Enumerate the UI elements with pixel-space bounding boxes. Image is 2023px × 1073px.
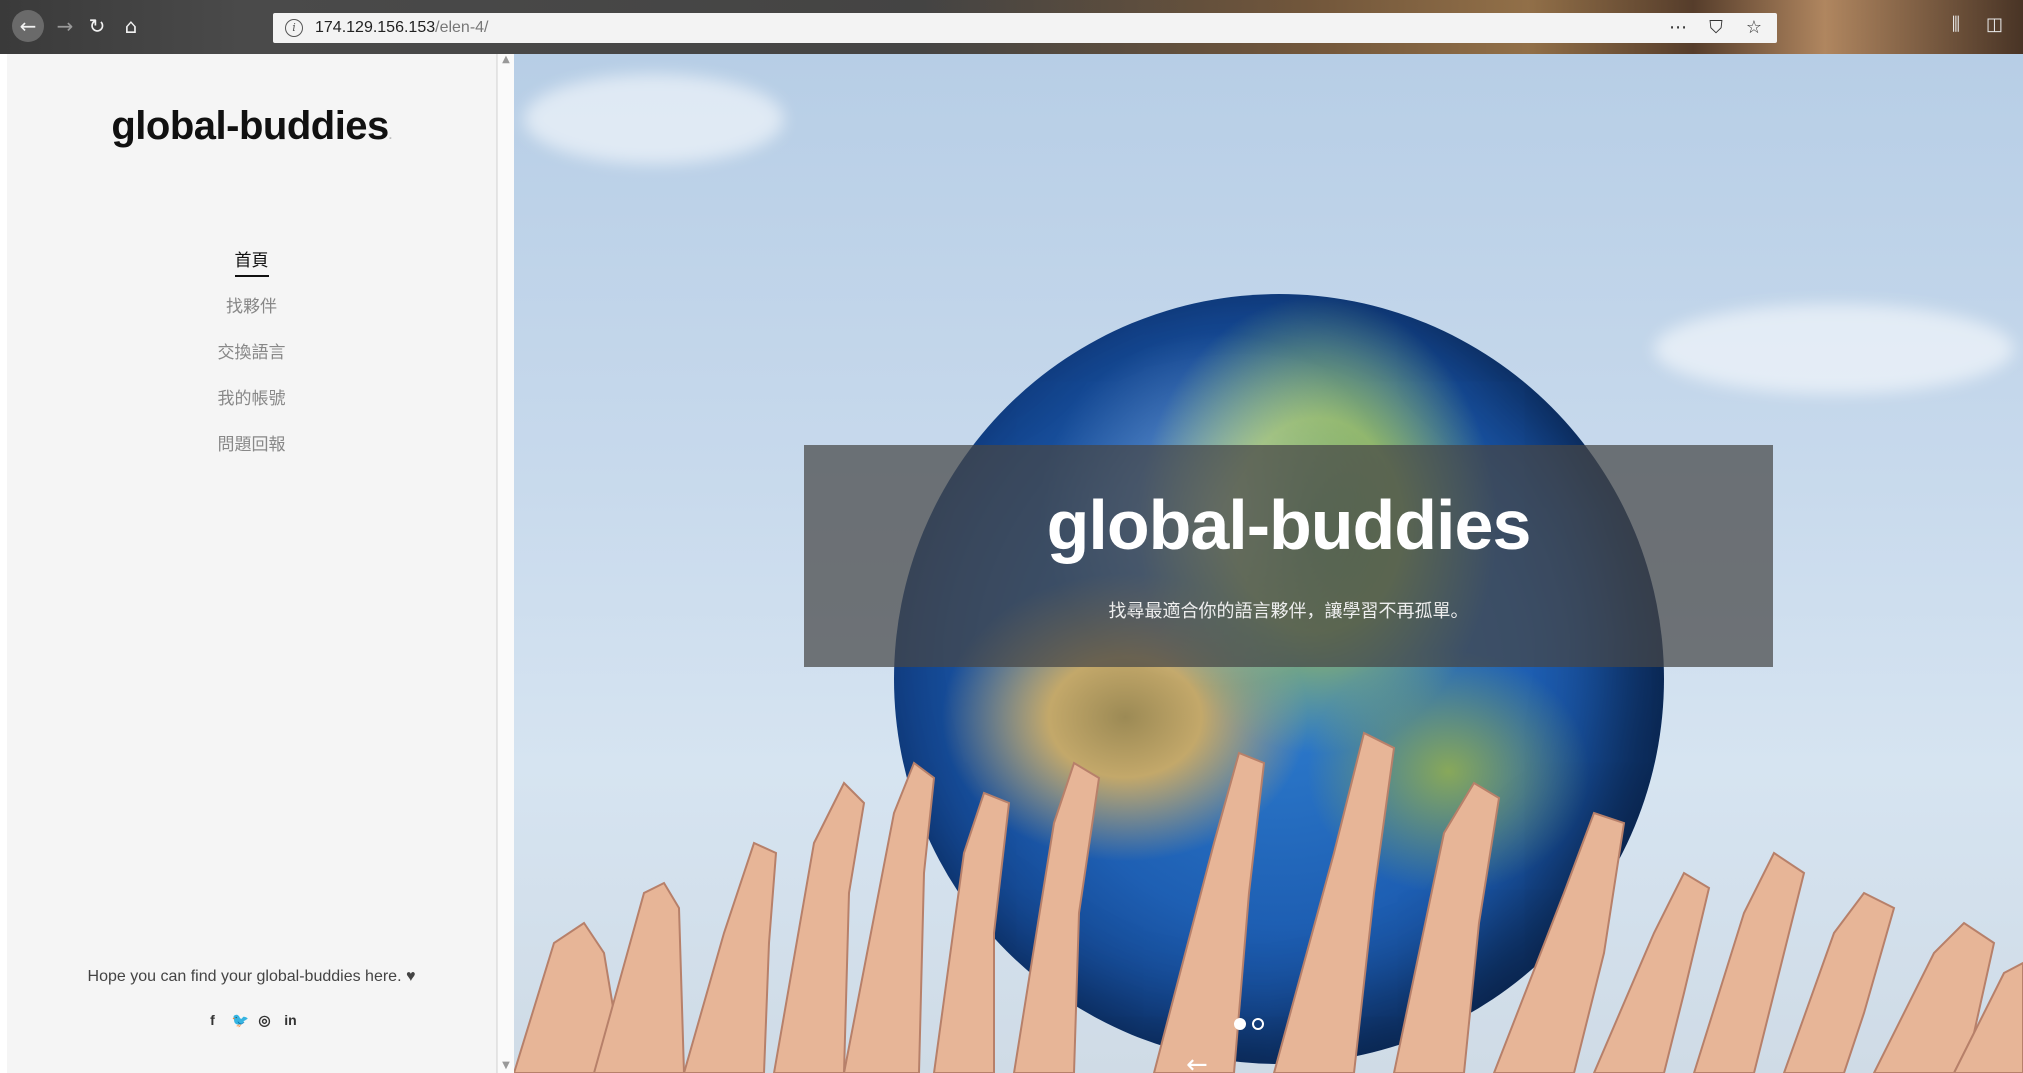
home-icon[interactable]: ⌂ [116, 11, 146, 41]
more-icon[interactable]: ⋯ [1667, 17, 1689, 38]
menu-item-label[interactable]: 找夥伴 [226, 292, 277, 321]
browser-toolbar: ← → ↻ ⌂ i 174.129.156.153/elen-4/ ⋯ ⛉ ☆ … [0, 0, 2023, 54]
facebook-icon[interactable]: f [206, 1012, 220, 1029]
hero-title: global-buddies [1046, 486, 1532, 564]
scroll-up-icon[interactable]: ▲ [498, 54, 514, 65]
hero-slider: global-buddies 找尋最適合你的語言夥伴，讓學習不再孤單。 ← [514, 54, 2023, 1073]
url-text[interactable]: 174.129.156.153/elen-4/ [315, 19, 489, 37]
info-icon[interactable]: i [285, 19, 303, 37]
slider-dots [1234, 1018, 1264, 1030]
site-logo[interactable]: global-buddies. [7, 104, 496, 149]
cloud-shape [524, 74, 784, 164]
menu-item-find-buddies[interactable]: 找夥伴 [7, 292, 496, 338]
linkedin-icon[interactable]: in [284, 1012, 298, 1029]
social-links: f 🐦 ◎ in [7, 1012, 496, 1029]
pocket-icon[interactable]: ⛉ [1705, 17, 1727, 38]
sidebar-tagline: Hope you can find your global-buddies he… [87, 968, 416, 985]
previous-slide-icon[interactable]: ← [1186, 1050, 1208, 1073]
bookmark-star-icon[interactable]: ☆ [1743, 17, 1765, 38]
menu-item-report-issue[interactable]: 問題回報 [7, 430, 496, 476]
reload-icon[interactable]: ↻ [82, 11, 112, 41]
sidebar-icon[interactable]: ◫ [1986, 14, 2003, 35]
sidebar: global-buddies. 首頁 找夥伴 交換語言 我的帳號 問題回報 Ho… [7, 54, 497, 1073]
sidebar-scrollbar[interactable]: ▲ ▼ [497, 54, 514, 1073]
raised-hands-image [514, 731, 2023, 1073]
back-arrow-icon[interactable]: ← [12, 10, 44, 42]
menu-item-label[interactable]: 交換語言 [218, 338, 286, 367]
url-host: 174.129.156.153 [315, 19, 436, 36]
hero-overlay-card: global-buddies 找尋最適合你的語言夥伴，讓學習不再孤單。 [804, 445, 1773, 667]
menu-item-label[interactable]: 問題回報 [218, 430, 286, 459]
menu-item-my-account[interactable]: 我的帳號 [7, 384, 496, 430]
hero-subtitle: 找尋最適合你的語言夥伴，讓學習不再孤單。 [1108, 601, 1469, 622]
twitter-icon[interactable]: 🐦 [232, 1012, 249, 1029]
menu-item-label[interactable]: 我的帳號 [218, 384, 286, 413]
menu-item-label[interactable]: 首頁 [234, 246, 269, 277]
instagram-icon[interactable]: ◎ [258, 1012, 272, 1029]
main-menu: 首頁 找夥伴 交換語言 我的帳號 問題回報 [7, 246, 496, 476]
address-bar[interactable]: i 174.129.156.153/elen-4/ ⋯ ⛉ ☆ [273, 13, 1777, 43]
scroll-down-icon[interactable]: ▼ [498, 1060, 514, 1071]
menu-item-home[interactable]: 首頁 [7, 246, 496, 292]
slider-dot[interactable] [1252, 1018, 1264, 1030]
page: global-buddies. 首頁 找夥伴 交換語言 我的帳號 問題回報 Ho… [7, 54, 2023, 1073]
slider-dot[interactable] [1234, 1018, 1246, 1030]
logo-text: global-buddies [111, 104, 389, 148]
menu-item-language-exchange[interactable]: 交換語言 [7, 338, 496, 384]
forward-arrow-icon[interactable]: → [50, 11, 80, 41]
cloud-shape [1654, 304, 2014, 394]
library-icon[interactable]: ⫼ [1952, 14, 1960, 35]
url-path: /elen-4/ [435, 19, 489, 36]
logo-dot: . [388, 128, 392, 142]
